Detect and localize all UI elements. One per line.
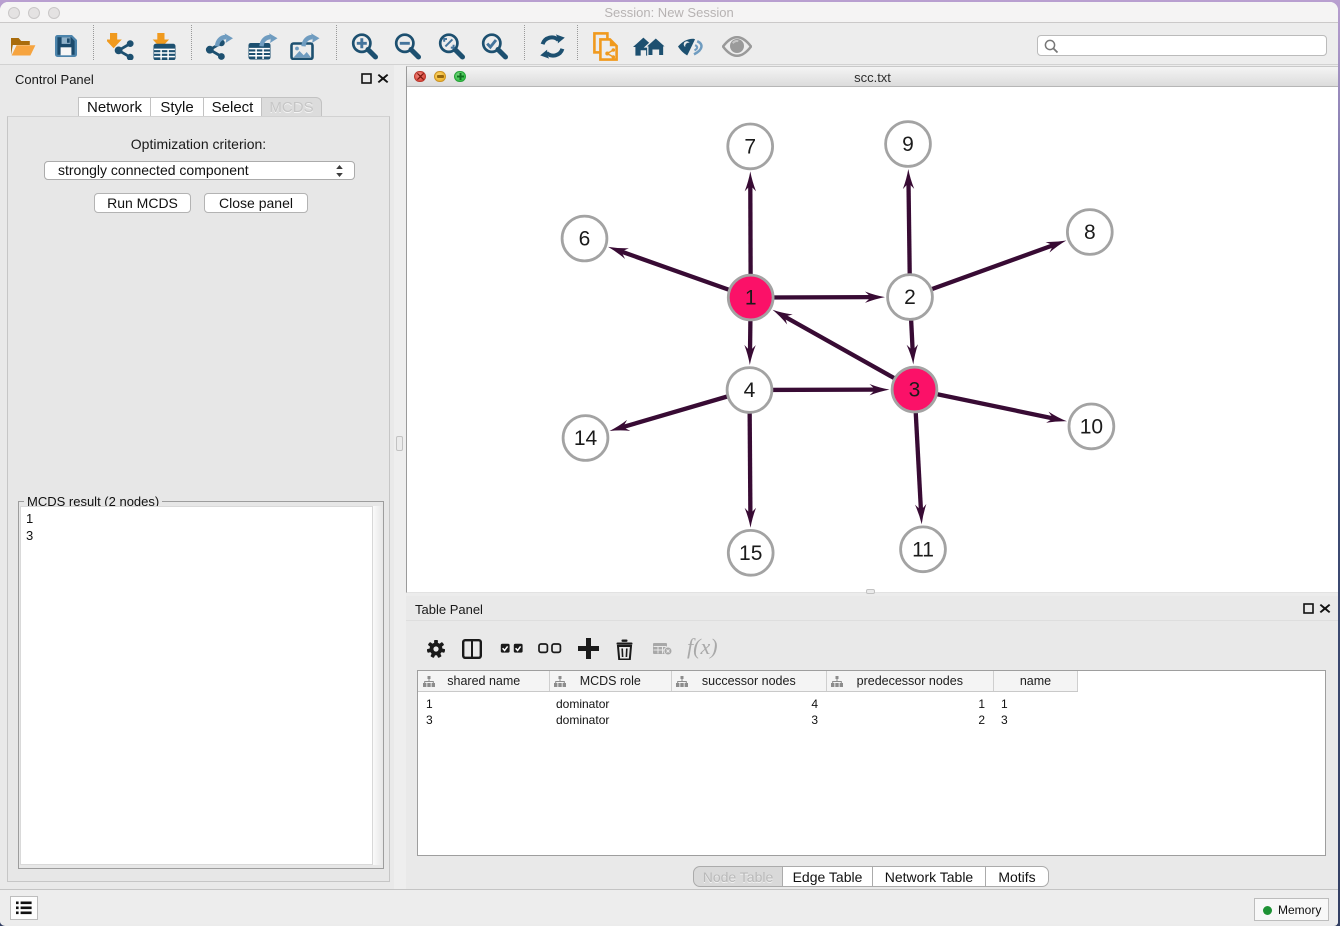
svg-text:15: 15 — [739, 542, 762, 565]
svg-text:4: 4 — [744, 379, 756, 402]
svg-text:11: 11 — [912, 539, 934, 562]
svg-text:10: 10 — [1080, 416, 1103, 439]
svg-text:6: 6 — [579, 228, 591, 251]
svg-text:1: 1 — [745, 287, 757, 310]
svg-text:8: 8 — [1084, 221, 1096, 244]
svg-text:14: 14 — [574, 427, 598, 450]
svg-text:3: 3 — [909, 379, 921, 402]
svg-text:9: 9 — [902, 133, 914, 156]
svg-text:2: 2 — [904, 286, 916, 309]
svg-text:7: 7 — [744, 136, 756, 159]
